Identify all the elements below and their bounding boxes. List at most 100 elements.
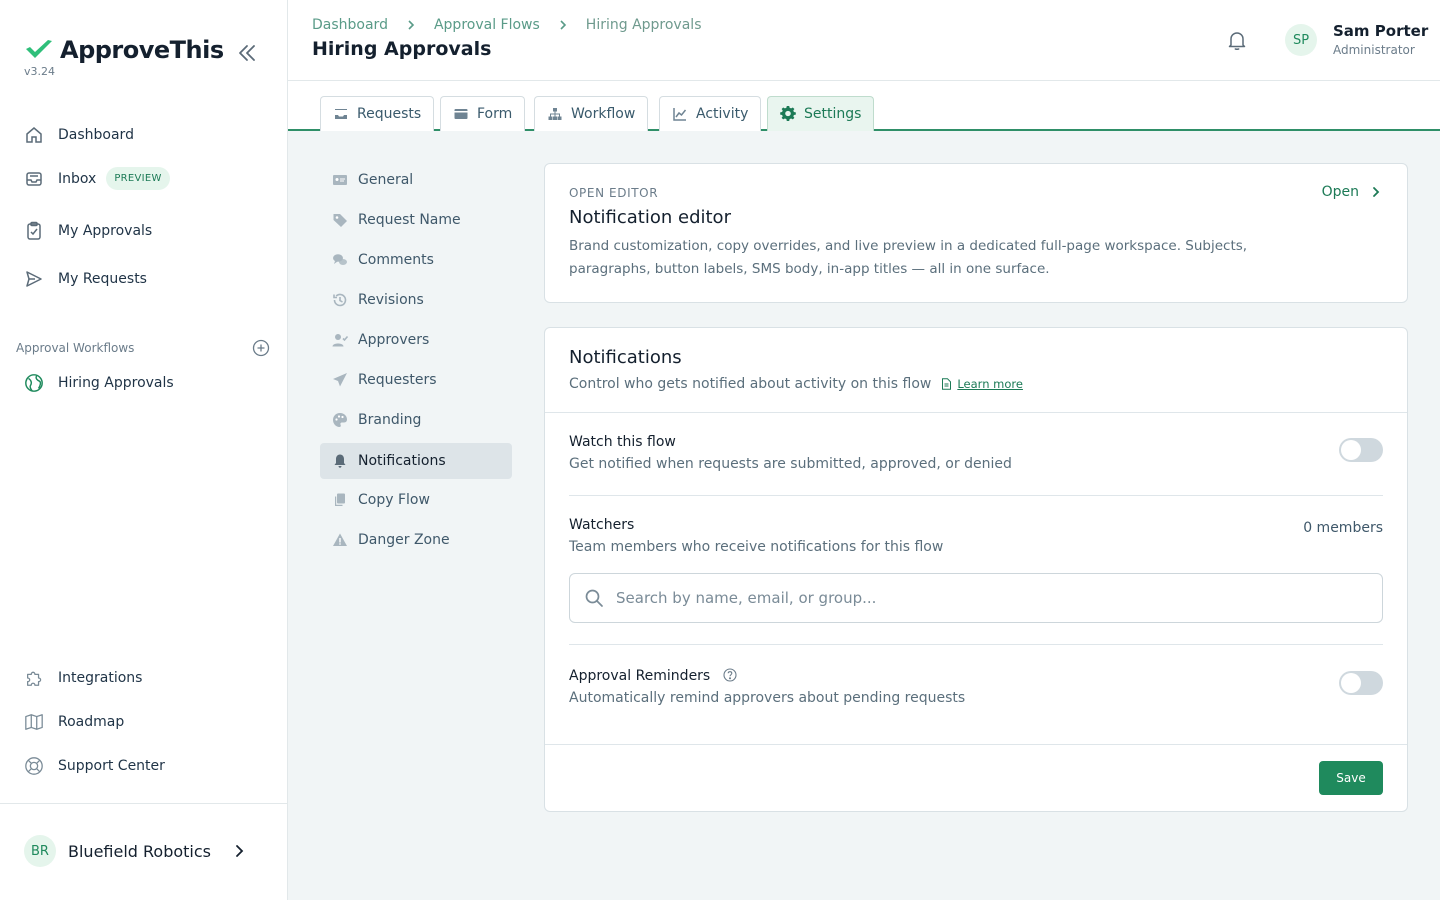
sidebar-item-hiring-approvals[interactable]: Hiring Approvals (24, 373, 174, 393)
page-title: Hiring Approvals (312, 38, 492, 60)
save-button[interactable]: Save (1319, 761, 1383, 795)
checkmark-logo-icon (26, 40, 52, 58)
tab-activity[interactable]: Activity (659, 96, 762, 131)
notification-editor-card: OPEN EDITOR Notification editor Brand cu… (544, 163, 1408, 303)
brand-logo[interactable]: ApproveThis (24, 36, 224, 64)
tab-label: Form (477, 106, 513, 122)
settings-nav-copy-flow[interactable]: Copy Flow (320, 482, 512, 518)
settings-nav-label: Danger Zone (358, 532, 450, 548)
sidebar-divider (0, 803, 287, 804)
breadcrumb-approval-flows[interactable]: Approval Flows (434, 17, 540, 33)
sidebar-item-label: My Approvals (58, 223, 153, 239)
watchers-count: 0 members (1303, 520, 1383, 536)
id-card-icon (333, 175, 347, 185)
sidebar-item-integrations[interactable]: Integrations (24, 668, 142, 688)
flow-tabs: Requests Form Workflow Activity Settings (288, 81, 1440, 131)
settings-nav-label: Approvers (358, 332, 430, 348)
watch-flow-description: Get notified when requests are submitted… (569, 456, 1012, 472)
divider (545, 412, 1407, 413)
settings-nav-label: Revisions (358, 292, 424, 308)
sidebar-item-dashboard[interactable]: Dashboard (24, 125, 134, 145)
watchers-description: Team members who receive notifications f… (569, 539, 944, 555)
send-icon (26, 271, 42, 287)
sidebar-item-support-center[interactable]: Support Center (24, 756, 165, 776)
search-icon (585, 589, 603, 607)
user-check-icon (332, 334, 348, 347)
palette-icon (333, 413, 347, 427)
collapse-sidebar-icon[interactable] (236, 42, 258, 64)
breadcrumb-current: Hiring Approvals (585, 17, 702, 33)
sidebar-item-my-approvals[interactable]: My Approvals (24, 221, 152, 241)
clipboard-check-icon (27, 221, 41, 240)
tab-label: Workflow (571, 106, 636, 122)
document-icon (942, 378, 952, 390)
sidebar-item-label: Roadmap (58, 714, 125, 730)
chevron-right-icon (408, 20, 415, 30)
watch-flow-toggle[interactable] (1339, 438, 1383, 462)
comments-icon (333, 254, 347, 265)
globe-icon (25, 374, 43, 392)
approval-reminders-description: Automatically remind approvers about pen… (569, 690, 966, 706)
watcher-search-input[interactable] (616, 589, 1356, 607)
map-icon (25, 714, 43, 730)
open-editor-link[interactable]: Open (1322, 184, 1383, 200)
settings-nav-label: Branding (358, 412, 422, 428)
watchers-title: Watchers (569, 517, 635, 533)
settings-nav-request-name[interactable]: Request Name (320, 202, 512, 238)
learn-more-label: Learn more (957, 377, 1023, 391)
settings-nav-notifications[interactable]: Notifications (320, 443, 512, 479)
tab-label: Activity (696, 106, 749, 122)
notifications-subtitle: Control who gets notified about activity… (569, 376, 932, 392)
divider (569, 644, 1383, 645)
brand-name: ApproveThis (60, 36, 224, 64)
org-name: Bluefield Robotics (68, 841, 211, 861)
help-circle-icon[interactable] (723, 668, 737, 682)
settings-nav-comments[interactable]: Comments (320, 242, 512, 278)
top-header: Dashboard Approval Flows Hiring Approval… (288, 0, 1440, 81)
sidebar-item-inbox[interactable]: Inbox PREVIEW (24, 167, 170, 190)
tab-form[interactable]: Form (440, 96, 526, 131)
tab-label: Settings (804, 106, 862, 122)
bell-icon[interactable] (1226, 29, 1248, 51)
notification-editor-description: Brand customization, copy overrides, and… (569, 238, 1248, 277)
notifications-title: Notifications (569, 347, 682, 368)
paper-plane-icon (333, 373, 347, 387)
tab-settings[interactable]: Settings (767, 96, 875, 131)
learn-more-link[interactable]: Learn more (941, 377, 1023, 391)
sidebar-item-my-requests[interactable]: My Requests (24, 269, 147, 289)
settings-nav-label: Comments (358, 252, 434, 268)
sidebar-item-label: Integrations (58, 670, 143, 686)
copy-icon (335, 493, 345, 506)
approval-reminders-row-title: Approval Reminders (569, 668, 737, 684)
notifications-card: Notifications Control who gets notified … (544, 327, 1408, 812)
org-switcher[interactable]: BR Bluefield Robotics (24, 835, 247, 867)
sidebar-item-label: Inbox (58, 170, 97, 187)
tab-requests[interactable]: Requests (320, 96, 435, 131)
user-name: Sam Porter (1333, 22, 1429, 40)
gear-icon (780, 106, 796, 121)
settings-nav-revisions[interactable]: Revisions (320, 282, 512, 318)
settings-nav-danger-zone[interactable]: Danger Zone (320, 522, 512, 558)
user-avatar[interactable]: SP (1285, 24, 1317, 56)
preview-badge: PREVIEW (106, 167, 170, 190)
settings-nav-label: Notifications (358, 453, 446, 469)
sidebar-item-roadmap[interactable]: Roadmap (24, 712, 124, 732)
notifications-subtitle-row: Control who gets notified about activity… (569, 376, 1023, 392)
chevron-right-icon (560, 20, 566, 30)
settings-nav-requesters[interactable]: Requesters (320, 362, 512, 398)
home-icon (26, 127, 42, 143)
settings-nav-approvers[interactable]: Approvers (320, 322, 512, 358)
sidebar-item-label: My Requests (58, 271, 147, 287)
sidebar-item-label: Dashboard (58, 127, 134, 143)
breadcrumb-dashboard[interactable]: Dashboard (312, 17, 388, 33)
approval-reminders-toggle[interactable] (1339, 671, 1383, 695)
settings-nav-general[interactable]: General (320, 162, 512, 198)
add-workflow-icon[interactable] (252, 339, 270, 357)
settings-nav-label: General (358, 172, 414, 188)
version-label: v3.24 (24, 65, 56, 78)
settings-nav-label: Request Name (358, 212, 461, 228)
settings-nav-branding[interactable]: Branding (320, 402, 512, 438)
tab-workflow[interactable]: Workflow (534, 96, 649, 131)
divider (545, 744, 1407, 745)
form-icon (454, 109, 468, 119)
